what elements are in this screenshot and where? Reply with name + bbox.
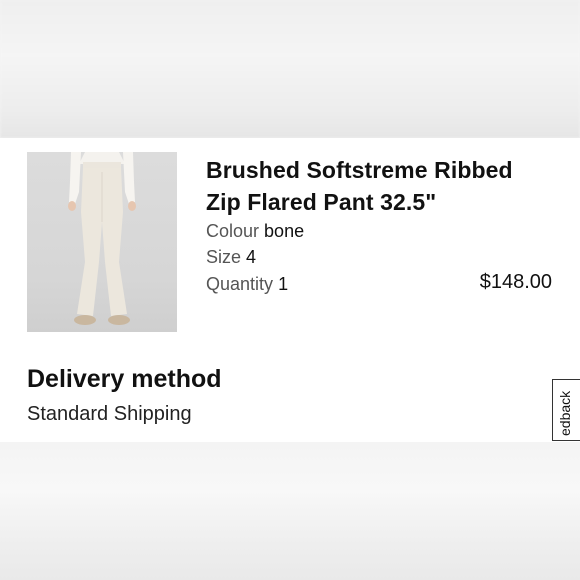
delivery-method-heading: Delivery method (27, 365, 222, 393)
feedback-tab[interactable]: edback (552, 379, 580, 441)
product-image[interactable] (27, 152, 177, 332)
blurred-background-bottom (0, 442, 580, 580)
product-photo-icon (68, 152, 136, 325)
feedback-label: edback (557, 390, 573, 436)
size-label: Size (206, 247, 242, 267)
colour-value: bone (264, 221, 305, 241)
quantity-value: 1 (278, 274, 289, 294)
order-summary-panel: Brushed Softstreme Ribbed Zip Flared Pan… (0, 138, 580, 442)
size-value: 4 (246, 247, 257, 267)
product-size: Size 4 (206, 247, 256, 268)
product-colour: Colour bone (206, 221, 304, 242)
delivery-method-value: Standard Shipping (27, 403, 192, 425)
product-price: $148.00 (479, 271, 552, 293)
product-title[interactable]: Brushed Softstreme Ribbed Zip Flared Pan… (206, 154, 546, 218)
quantity-label: Quantity (206, 274, 274, 294)
blurred-background-top (0, 0, 580, 138)
colour-label: Colour (206, 221, 260, 241)
product-quantity: Quantity 1 (206, 274, 288, 295)
